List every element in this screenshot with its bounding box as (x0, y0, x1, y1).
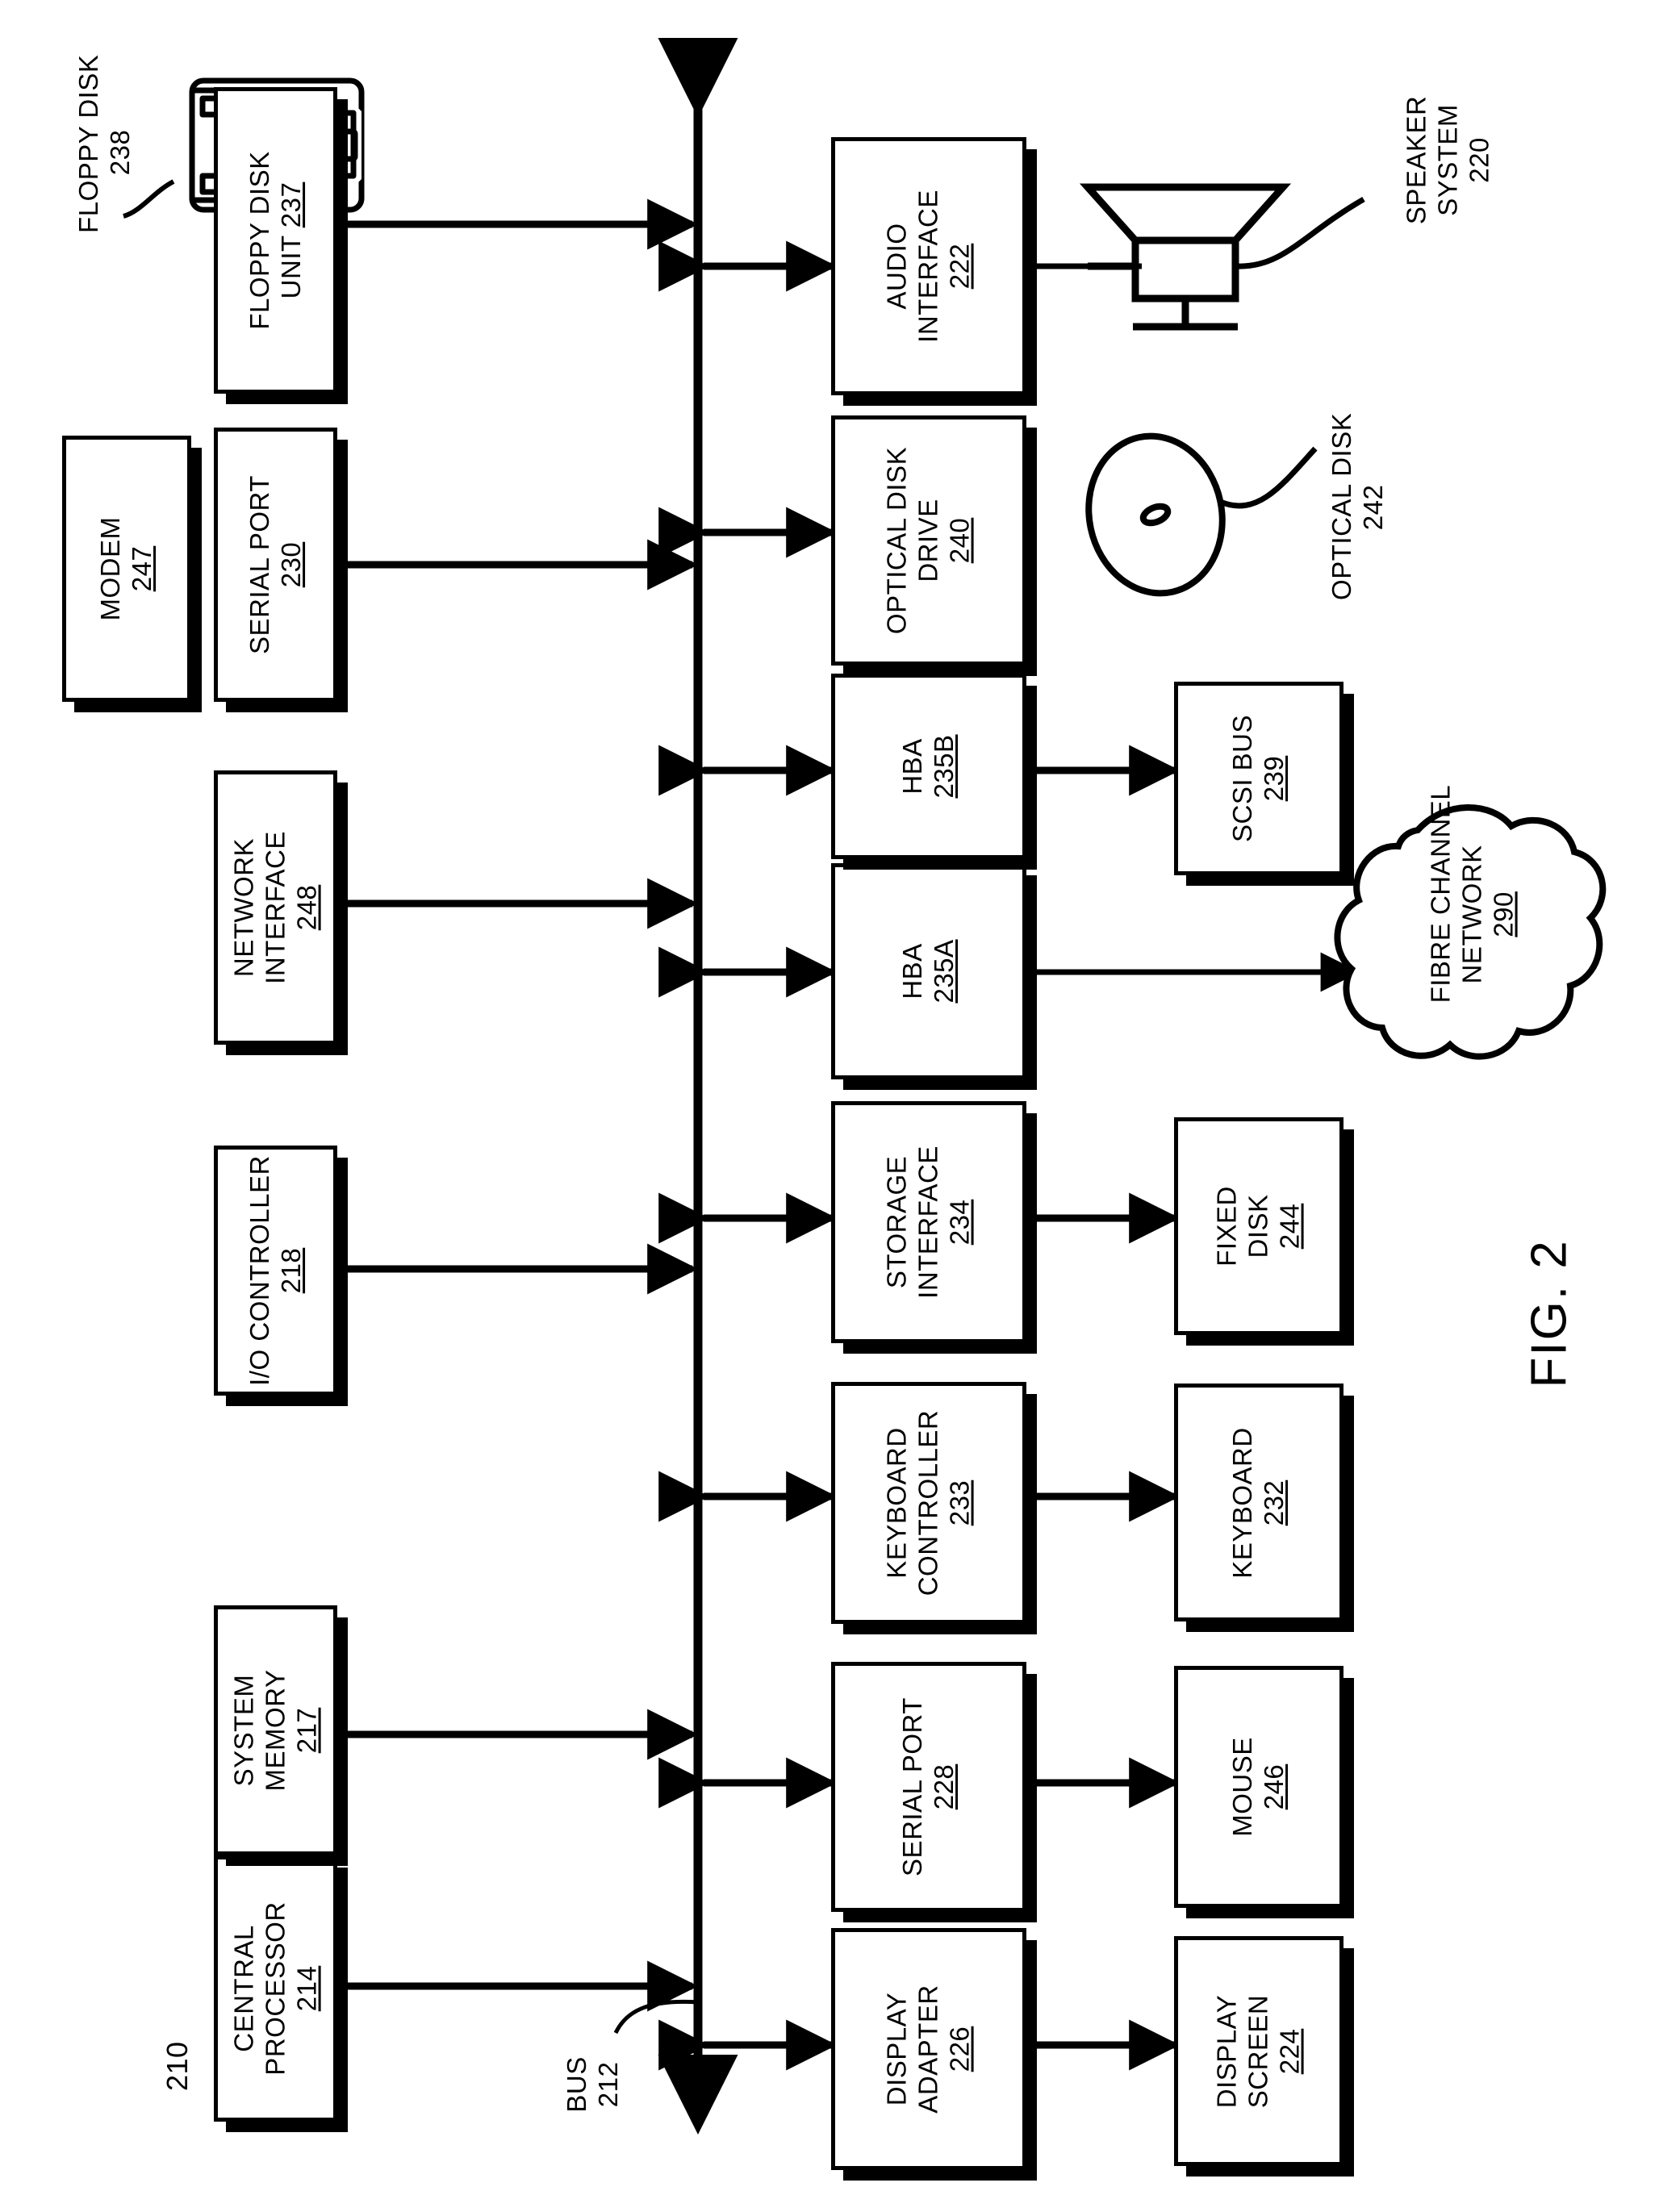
box-label: FIXED DISK 244 (1211, 1186, 1305, 1267)
box-label: AUDIO INTERFACE 222 (881, 190, 975, 343)
label-fibre-channel-network: FIBRE CHANNEL NETWORK 290 (1425, 784, 1519, 1004)
label-speaker-system: SPEAKER SYSTEM 220 (1401, 95, 1494, 225)
box-label: FLOPPY DISK UNIT 237 (244, 151, 306, 330)
label-floppy-disk: FLOPPY DISK 238 (73, 54, 135, 233)
label-system-ref: 210 (160, 2041, 194, 2092)
box-scsi-bus[interactable]: SCSI BUS 239 (1174, 682, 1343, 875)
box-display-adapter[interactable]: DISPLAY ADAPTER 226 (831, 1928, 1026, 2170)
optical-disk-leader (1221, 446, 1318, 509)
patent-figure-canvas: CENTRAL PROCESSOR 214 SYSTEM MEMORY 217 … (0, 0, 1659, 2212)
box-label: NETWORK INTERFACE 248 (228, 831, 321, 984)
box-hba-235b[interactable]: HBA 235B (831, 674, 1026, 859)
box-central-processor[interactable]: CENTRAL PROCESSOR 214 (214, 1855, 337, 2122)
box-label: DISPLAY SCREEN 224 (1211, 1994, 1305, 2108)
peripheral-connectors (973, 745, 1181, 2071)
box-io-controller[interactable]: I/O CONTROLLER 218 (214, 1146, 337, 1396)
box-label: STORAGE INTERFACE 234 (881, 1146, 975, 1299)
box-label: I/O CONTROLLER 218 (244, 1155, 306, 1386)
box-label: CENTRAL PROCESSOR 214 (228, 1901, 321, 2076)
box-label: HBA 235B (897, 734, 959, 799)
box-label: OPTICAL DISK DRIVE 240 (881, 446, 975, 635)
label-optical-disk: OPTICAL DISK 242 (1327, 412, 1388, 600)
box-label: HBA 235A (897, 939, 959, 1004)
box-label: MOUSE 246 (1227, 1737, 1289, 1837)
optical-disk-icon (1085, 432, 1226, 597)
bus-leader-line (613, 1999, 699, 2035)
box-label: SERIAL PORT 228 (897, 1697, 959, 1876)
box-system-memory[interactable]: SYSTEM MEMORY 217 (214, 1605, 337, 1855)
box-label: KEYBOARD CONTROLLER 233 (881, 1409, 975, 1596)
box-label: MODEM 247 (95, 516, 157, 621)
speaker-leader (1236, 196, 1365, 269)
box-floppy-disk-unit[interactable]: FLOPPY DISK UNIT 237 (214, 87, 337, 394)
box-fixed-disk[interactable]: FIXED DISK 244 (1174, 1117, 1343, 1335)
box-network-interface[interactable]: NETWORK INTERFACE 248 (214, 770, 337, 1045)
box-serial-port-228[interactable]: SERIAL PORT 228 (831, 1662, 1026, 1912)
middle-column-connectors (658, 240, 838, 2071)
figure-caption: FIG. 2 (1521, 1239, 1578, 1388)
left-column-connectors (284, 198, 699, 2012)
box-optical-disk-drive[interactable]: OPTICAL DISK DRIVE 240 (831, 415, 1026, 666)
box-keyboard[interactable]: KEYBOARD 232 (1174, 1384, 1343, 1621)
box-modem[interactable]: MODEM 247 (62, 436, 191, 702)
box-serial-port-230[interactable]: SERIAL PORT 230 (214, 428, 337, 702)
box-hba-235a[interactable]: HBA 235A (831, 863, 1026, 1079)
box-storage-interface[interactable]: STORAGE INTERFACE 234 (831, 1101, 1026, 1343)
box-label: KEYBOARD 232 (1227, 1426, 1289, 1579)
box-audio-interface[interactable]: AUDIO INTERFACE 222 (831, 137, 1026, 395)
label-bus: BUS 212 (562, 2056, 623, 2113)
box-display-screen[interactable]: DISPLAY SCREEN 224 (1174, 1936, 1343, 2166)
box-label: SYSTEM MEMORY 217 (228, 1669, 321, 1792)
box-keyboard-controller[interactable]: KEYBOARD CONTROLLER 233 (831, 1382, 1026, 1624)
speaker-icon (1079, 183, 1292, 331)
box-label: SCSI BUS 239 (1227, 714, 1289, 843)
box-mouse[interactable]: MOUSE 246 (1174, 1666, 1343, 1908)
box-label: SERIAL PORT 230 (244, 475, 306, 654)
box-label: DISPLAY ADAPTER 226 (881, 1985, 975, 2114)
